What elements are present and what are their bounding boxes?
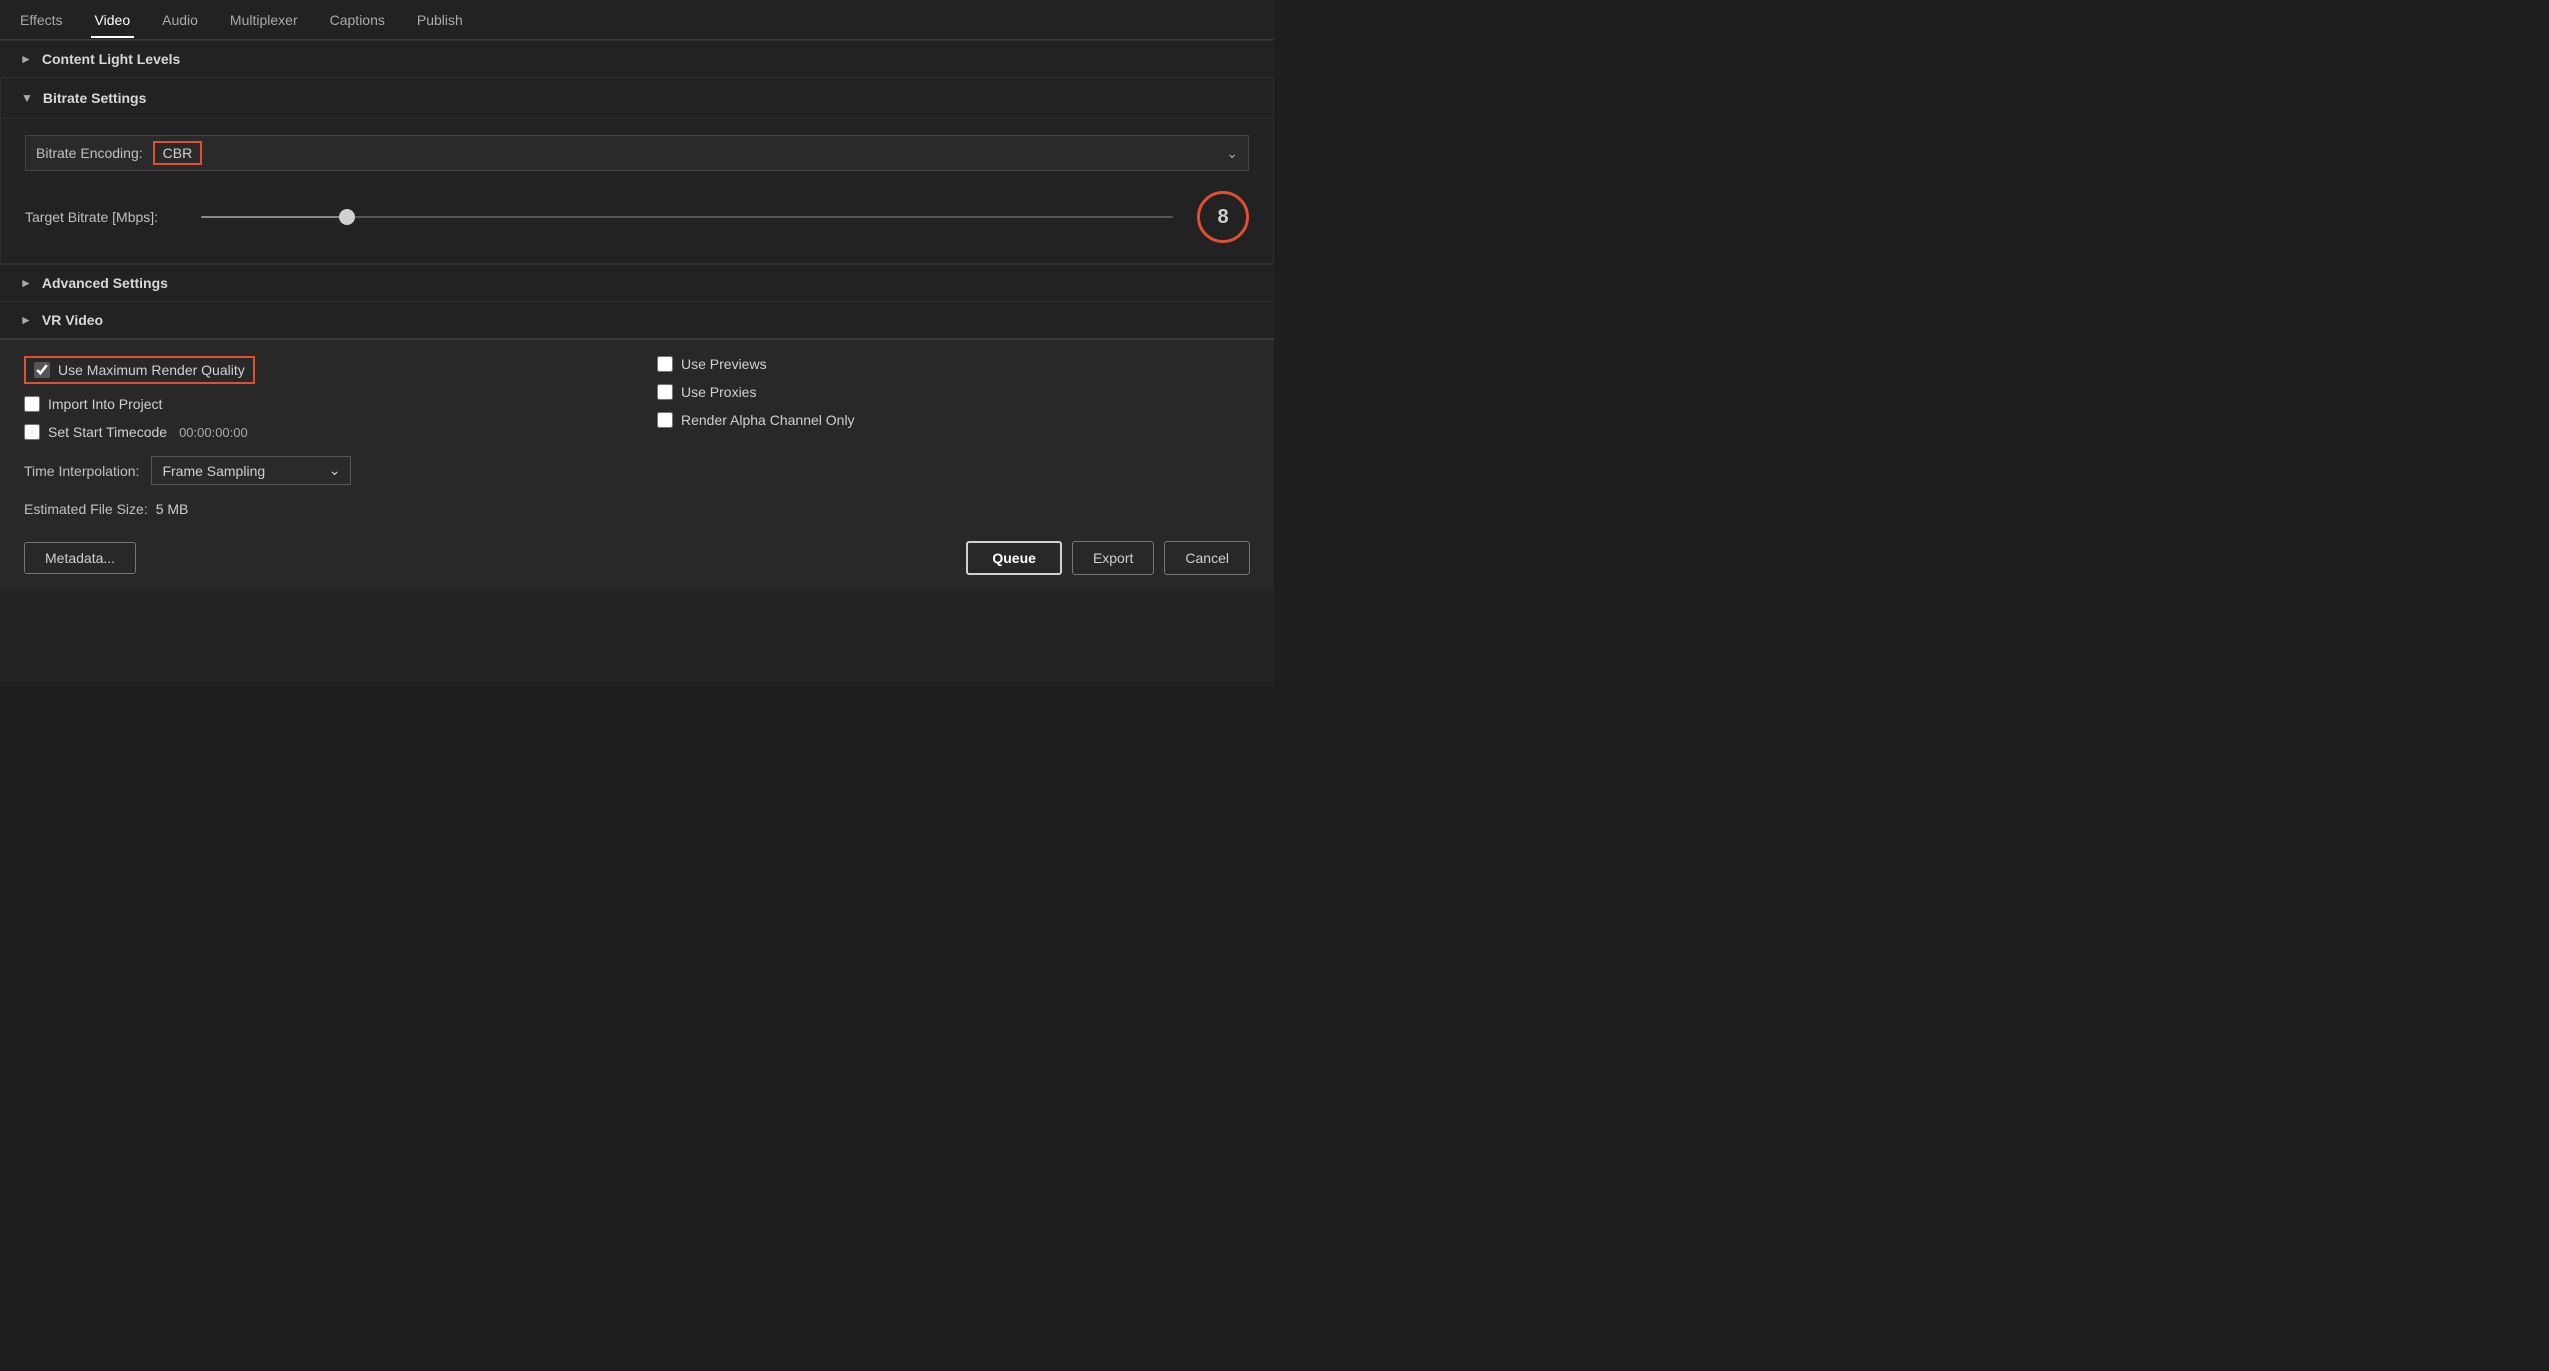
slider-thumb[interactable] (339, 209, 355, 225)
bitrate-settings-header[interactable]: ▼ Bitrate Settings (1, 78, 1273, 119)
bitrate-encoding-label: Bitrate Encoding: (26, 145, 153, 161)
metadata-button[interactable]: Metadata... (24, 542, 136, 574)
time-interpolation-label: Time Interpolation: (24, 463, 139, 479)
tab-captions[interactable]: Captions (326, 2, 389, 38)
target-bitrate-row: Target Bitrate [Mbps]: 8 (25, 191, 1249, 243)
bitrate-settings-label: Bitrate Settings (43, 90, 146, 106)
bitrate-settings-section: ▼ Bitrate Settings Bitrate Encoding: CBR… (0, 77, 1274, 264)
chevron-right-icon-vr: ► (20, 313, 32, 327)
advanced-settings-section[interactable]: ► Advanced Settings (0, 264, 1274, 301)
content-light-levels-section[interactable]: ► Content Light Levels (0, 40, 1274, 77)
bottom-buttons-row: Metadata... Queue Export Cancel (24, 533, 1250, 575)
left-options: Use Maximum Render Quality Import Into P… (24, 356, 617, 452)
slider-fill (201, 216, 347, 218)
time-interpolation-select[interactable]: Frame Sampling ⌄ (151, 456, 351, 485)
tab-publish[interactable]: Publish (413, 2, 467, 38)
render-alpha-label: Render Alpha Channel Only (681, 412, 855, 428)
chevron-down-icon: ▼ (21, 91, 33, 105)
set-start-timecode-label: Set Start Timecode (48, 424, 167, 440)
bitrate-encoding-dropdown[interactable]: Bitrate Encoding: CBR ⌄ (25, 135, 1249, 171)
estimated-file-size-row: Estimated File Size: 5 MB (24, 501, 1250, 517)
vr-video-label: VR Video (42, 312, 103, 328)
target-bitrate-slider[interactable] (201, 216, 1173, 218)
use-previews-label: Use Previews (681, 356, 767, 372)
nav-tabs: Effects Video Audio Multiplexer Captions… (0, 0, 1274, 40)
chevron-right-icon: ► (20, 52, 32, 66)
content-light-levels-label: Content Light Levels (42, 51, 180, 67)
right-options: Use Previews Use Proxies Render Alpha Ch… (657, 356, 1250, 452)
advanced-settings-label: Advanced Settings (42, 275, 168, 291)
main-content: ► Content Light Levels ▼ Bitrate Setting… (0, 40, 1274, 686)
use-proxies-checkbox[interactable] (657, 384, 673, 400)
import-into-project-wrapper: Import Into Project (24, 396, 617, 412)
bitrate-encoding-arrow: ⌄ (1226, 145, 1238, 162)
estimated-file-size-label: Estimated File Size: (24, 501, 148, 517)
set-start-timecode-wrapper: Set Start Timecode 00:00:00:00 (24, 424, 617, 440)
bitrate-encoding-value: CBR (153, 141, 203, 165)
target-bitrate-label: Target Bitrate [Mbps]: (25, 209, 185, 225)
tab-effects[interactable]: Effects (16, 2, 67, 38)
use-previews-checkbox[interactable] (657, 356, 673, 372)
estimated-file-size-value: 5 MB (156, 501, 189, 517)
time-interpolation-value: Frame Sampling (162, 463, 265, 479)
set-start-timecode-checkbox[interactable] (24, 424, 40, 440)
queue-button[interactable]: Queue (966, 541, 1062, 575)
vr-video-section[interactable]: ► VR Video (0, 301, 1274, 338)
import-into-project-checkbox[interactable] (24, 396, 40, 412)
target-bitrate-value: 8 (1197, 191, 1249, 243)
use-proxies-wrapper: Use Proxies (657, 384, 1250, 400)
render-alpha-checkbox[interactable] (657, 412, 673, 428)
chevron-right-icon-advanced: ► (20, 276, 32, 290)
tab-multiplexer[interactable]: Multiplexer (226, 2, 302, 38)
action-buttons: Queue Export Cancel (966, 541, 1250, 575)
tab-audio[interactable]: Audio (158, 2, 202, 38)
timecode-value: 00:00:00:00 (179, 425, 248, 440)
bitrate-settings-body: Bitrate Encoding: CBR ⌄ Target Bitrate [… (1, 119, 1273, 263)
cancel-button[interactable]: Cancel (1164, 541, 1250, 575)
import-into-project-label: Import Into Project (48, 396, 162, 412)
tab-video[interactable]: Video (91, 2, 135, 38)
time-interp-arrow: ⌄ (329, 462, 341, 479)
render-alpha-wrapper: Render Alpha Channel Only (657, 412, 1250, 428)
export-button[interactable]: Export (1072, 541, 1154, 575)
bottom-settings-panel: Use Maximum Render Quality Import Into P… (0, 338, 1274, 591)
use-proxies-label: Use Proxies (681, 384, 756, 400)
time-interpolation-row: Time Interpolation: Frame Sampling ⌄ (24, 456, 1250, 485)
use-max-render-quality-wrapper: Use Maximum Render Quality (24, 356, 255, 384)
use-previews-wrapper: Use Previews (657, 356, 1250, 372)
use-max-render-quality-label: Use Maximum Render Quality (58, 362, 245, 378)
use-max-render-quality-checkbox[interactable] (34, 362, 50, 378)
